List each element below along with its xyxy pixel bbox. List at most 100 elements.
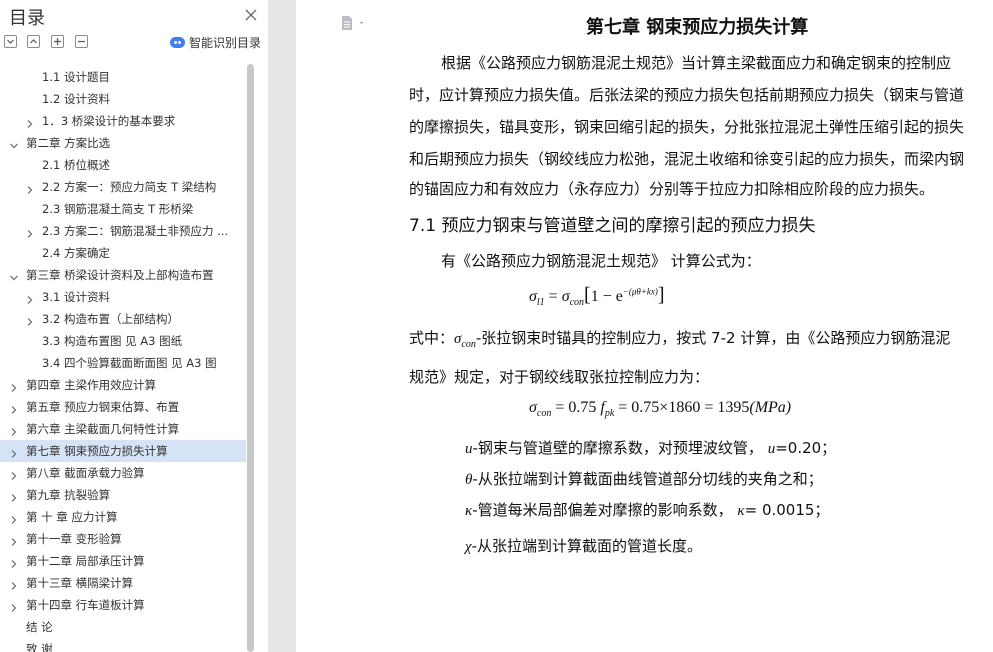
toc-item[interactable]: 2.3 钢筋混凝土简支 T 形桥梁 [0, 198, 246, 220]
definition-u: u-钢束与管道壁的摩擦系数，对预埋波纹管， u=0.20； [465, 439, 837, 457]
smart-toc-label: 智能识别目录 [189, 35, 262, 50]
toc-item[interactable]: 1．3 桥梁设计的基本要求 [0, 110, 246, 132]
smart-toc-button[interactable]: 智能识别目录 [170, 33, 261, 51]
toc-item-label: 第 十 章 应力计算 [26, 510, 118, 524]
chevron-right-icon[interactable] [8, 577, 20, 590]
toc-item[interactable]: 第九章 抗裂验算 [0, 484, 246, 506]
toc-item-label: 2.2 方案一：预应力简支 T 梁结构 [42, 180, 217, 194]
where-line: 式中：σcon-张拉钢束时锚具的控制应力，按式 7-2 计算，由《公路预应力钢筋… [409, 329, 951, 350]
chevron-right-icon[interactable] [8, 489, 20, 502]
definition-kappa: κ-管道每米局部偏差对摩擦的影响系数， κ= 0.0015； [465, 501, 830, 519]
toc-item[interactable]: 3.1 设计资料 [0, 286, 246, 308]
chevron-right-icon[interactable] [8, 401, 20, 414]
chevron-right-icon[interactable] [8, 423, 20, 436]
toc-item-label: 结 论 [26, 620, 53, 634]
where-line-continued: 规范》规定，对于钢绞线取张拉控制应力为： [409, 368, 710, 386]
toc-item[interactable]: 第八章 截面承载力验算 [0, 462, 246, 484]
toc-item-label: 3.3 构造布置图 见 A3 图纸 [42, 334, 183, 348]
toc-item[interactable]: 1.2 设计资料 [0, 88, 246, 110]
toc-item-label: 第七章 钢束预应力损失计算 [26, 444, 168, 458]
toc-item-label: 第十四章 行车道板计算 [26, 598, 145, 612]
toc-item-label: 第十二章 局部承压计算 [26, 554, 145, 568]
toc-item[interactable]: 结 论 [0, 616, 246, 638]
ai-assistant-icon [170, 36, 185, 48]
toc-item[interactable]: 3.4 四个验算截面断面图 见 A3 图 [0, 352, 246, 374]
toc-item-label: 第二章 方案比选 [26, 136, 111, 150]
toc-item-label: 第九章 抗裂验算 [26, 488, 111, 502]
toc-item-label: 致 谢 [26, 642, 53, 652]
intro-line: 的锚固应力和有效应力（永存应力）分别等于拉应力扣除相应阶段的应力损失。 [409, 180, 935, 198]
toc-item[interactable]: 1.1 设计题目 [0, 66, 246, 88]
chevron-right-icon[interactable] [24, 181, 36, 194]
toc-item[interactable]: 第六章 主梁截面几何特性计算 [0, 418, 246, 440]
toc-item[interactable]: 致 谢 [0, 638, 246, 652]
outline-scrollbar[interactable] [247, 64, 254, 652]
toc-item[interactable]: 第 十 章 应力计算 [0, 506, 246, 528]
toc-item-label: 第三章 桥梁设计资料及上部构造布置 [26, 268, 214, 282]
document-canvas-margin [268, 0, 296, 652]
document-page: 第七章 钢束预应力损失计算 根据《公路预应力钢筋混泥土规范》当计算主梁截面应力和… [296, 0, 993, 652]
toc-item[interactable]: 第七章 钢束预应力损失计算 [0, 440, 246, 462]
intro-line: 和后期预应力损失（钢绞线应力松弛，混泥土收缩和徐变引起的应力损失，而梁内钢 [409, 150, 965, 168]
definition-theta: θ-从张拉端到计算截面曲线管道部分切线的夹角之和； [465, 470, 823, 488]
outline-pane: 目录 智能识别目录 1.1 设计题目 1.2 设计资料 1．3 桥梁设计的基本要求第… [0, 0, 268, 652]
chevron-down-icon[interactable] [8, 137, 20, 149]
toc-item-label: 1.2 设计资料 [42, 92, 110, 106]
chevron-right-icon[interactable] [24, 115, 36, 128]
toc-item[interactable]: 第十二章 局部承压计算 [0, 550, 246, 572]
toc-item-label: 第十一章 变形验算 [26, 532, 122, 546]
definition-chi: χ-从张拉端到计算截面的管道长度。 [465, 537, 703, 555]
toc-item-label: 1．3 桥梁设计的基本要求 [42, 114, 176, 128]
chevron-right-icon[interactable] [8, 555, 20, 568]
toc-item[interactable]: 2.3 方案二：钢筋混凝土非预应力 ... [0, 220, 246, 242]
toc-item[interactable]: 2.1 桥位概述 [0, 154, 246, 176]
toc-item-label: 3.1 设计资料 [42, 290, 110, 304]
chevron-right-icon[interactable] [8, 511, 20, 524]
intro-line: 根据《公路预应力钢筋混泥土规范》当计算主梁截面应力和确定钢束的控制应 [441, 54, 952, 72]
toc-item-label: 第十三章 横隔梁计算 [26, 576, 134, 590]
toc-item-label: 第四章 主梁作用效应计算 [26, 378, 157, 392]
toc-item[interactable]: 第十四章 行车道板计算 [0, 594, 246, 616]
toc-item-label: 第六章 主梁截面几何特性计算 [26, 422, 180, 436]
toc-item-label: 2.4 方案确定 [42, 246, 110, 260]
chevron-right-icon[interactable] [8, 379, 20, 392]
toc-item-label: 3.4 四个验算截面断面图 见 A3 图 [42, 356, 217, 370]
toc-item-label: 2.1 桥位概述 [42, 158, 110, 172]
toc-item[interactable]: 第二章 方案比选 [0, 132, 246, 154]
friction-loss-formula: σl1 = σcon[1 − e−(μθ+kx)] [529, 284, 665, 309]
chevron-right-icon[interactable] [24, 225, 36, 238]
chevron-right-icon[interactable] [8, 599, 20, 612]
intro-line: 时，应计算预应力损失值。后张法梁的预应力损失包括前期预应力损失（钢束与管道 [409, 86, 965, 104]
toc-item[interactable]: 第十一章 变形验算 [0, 528, 246, 550]
expand-up-button[interactable] [27, 35, 40, 48]
toc-item[interactable]: 2.4 方案确定 [0, 242, 246, 264]
remove-heading-button[interactable] [75, 35, 88, 48]
toc-item[interactable]: 第五章 预应力钢束估算、布置 [0, 396, 246, 418]
add-heading-button[interactable] [51, 35, 64, 48]
outline-title: 目录 [9, 8, 45, 29]
toc-item-label: 2.3 方案二：钢筋混凝土非预应力 ... [42, 224, 229, 238]
chevron-right-icon[interactable] [24, 313, 36, 326]
toc-item[interactable]: 第十三章 横隔梁计算 [0, 572, 246, 594]
chevron-right-icon[interactable] [8, 467, 20, 480]
collapse-all-button[interactable] [4, 35, 17, 48]
chevron-down-icon[interactable] [8, 269, 20, 281]
document-menu-icon[interactable] [340, 15, 366, 31]
toc-item[interactable]: 3.3 构造布置图 见 A3 图纸 [0, 330, 246, 352]
intro-line: 的摩擦损失，锚具变形，钢束回缩引起的损失，分批张拉混泥土弹性压缩引起的损失 [409, 118, 965, 136]
toc-item-label: 3.2 构造布置（上部结构） [42, 312, 179, 326]
chevron-right-icon[interactable] [24, 291, 36, 304]
chevron-right-icon[interactable] [8, 533, 20, 546]
toc-list: 1.1 设计题目 1.2 设计资料 1．3 桥梁设计的基本要求第二章 方案比选 2.1… [0, 66, 246, 652]
toc-item[interactable]: 第四章 主梁作用效应计算 [0, 374, 246, 396]
close-icon[interactable] [243, 7, 259, 23]
chapter-title: 第七章 钢束预应力损失计算 [586, 17, 809, 38]
toc-item-label: 1.1 设计题目 [42, 70, 110, 84]
toc-item[interactable]: 2.2 方案一：预应力简支 T 梁结构 [0, 176, 246, 198]
control-stress-formula: σcon = 0.75 fpk = 0.75×1860 = 1395(MPa) [529, 399, 792, 420]
chevron-right-icon[interactable] [8, 445, 20, 458]
formula-intro: 有《公路预应力钢筋混泥土规范》 计算公式为： [441, 252, 761, 270]
toc-item-label: 2.3 钢筋混凝土简支 T 形桥梁 [42, 202, 194, 216]
toc-item[interactable]: 第三章 桥梁设计资料及上部构造布置 [0, 264, 246, 286]
toc-item[interactable]: 3.2 构造布置（上部结构） [0, 308, 246, 330]
